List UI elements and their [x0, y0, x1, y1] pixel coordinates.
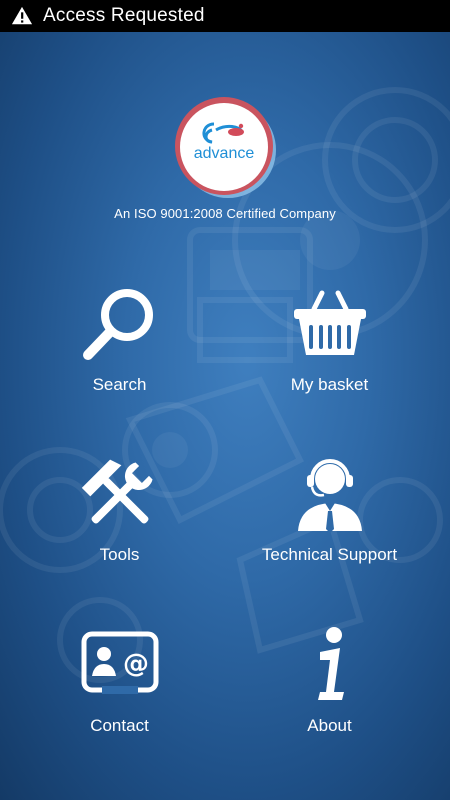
company-tagline: An ISO 9001:2008 Certified Company — [114, 206, 336, 221]
status-bar: Access Requested — [0, 0, 450, 32]
headset-support-icon — [297, 459, 362, 533]
status-bar-title: Access Requested — [43, 5, 205, 26]
basket-icon — [293, 290, 366, 355]
technical-support-label: Technical Support — [261, 545, 398, 564]
about-menu-item[interactable]: About — [217, 626, 442, 756]
contact-card-icon: @ — [81, 631, 158, 694]
svg-text:@: @ — [123, 649, 149, 679]
home-screen: Access Requested advance An ISO 9001:200… — [0, 0, 450, 800]
technical-support-menu-item[interactable]: Technical Support — [217, 455, 442, 585]
contact-label: Contact — [90, 716, 149, 735]
search-label: Search — [92, 375, 147, 394]
contact-menu-item[interactable]: @ Contact — [7, 626, 232, 756]
my-basket-label: My basket — [290, 375, 369, 394]
logo-wordmark: advance — [194, 145, 255, 162]
my-basket-menu-item[interactable]: My basket — [217, 285, 442, 415]
info-icon — [317, 627, 344, 700]
search-menu-item[interactable]: Search — [7, 285, 232, 415]
search-icon — [82, 289, 153, 360]
tools-menu-item[interactable]: Tools — [7, 455, 232, 585]
tools-label: Tools — [99, 545, 140, 564]
warning-icon — [11, 6, 33, 25]
tools-icon — [81, 459, 153, 524]
advance-logo: advance — [175, 97, 276, 198]
about-label: About — [307, 716, 352, 735]
